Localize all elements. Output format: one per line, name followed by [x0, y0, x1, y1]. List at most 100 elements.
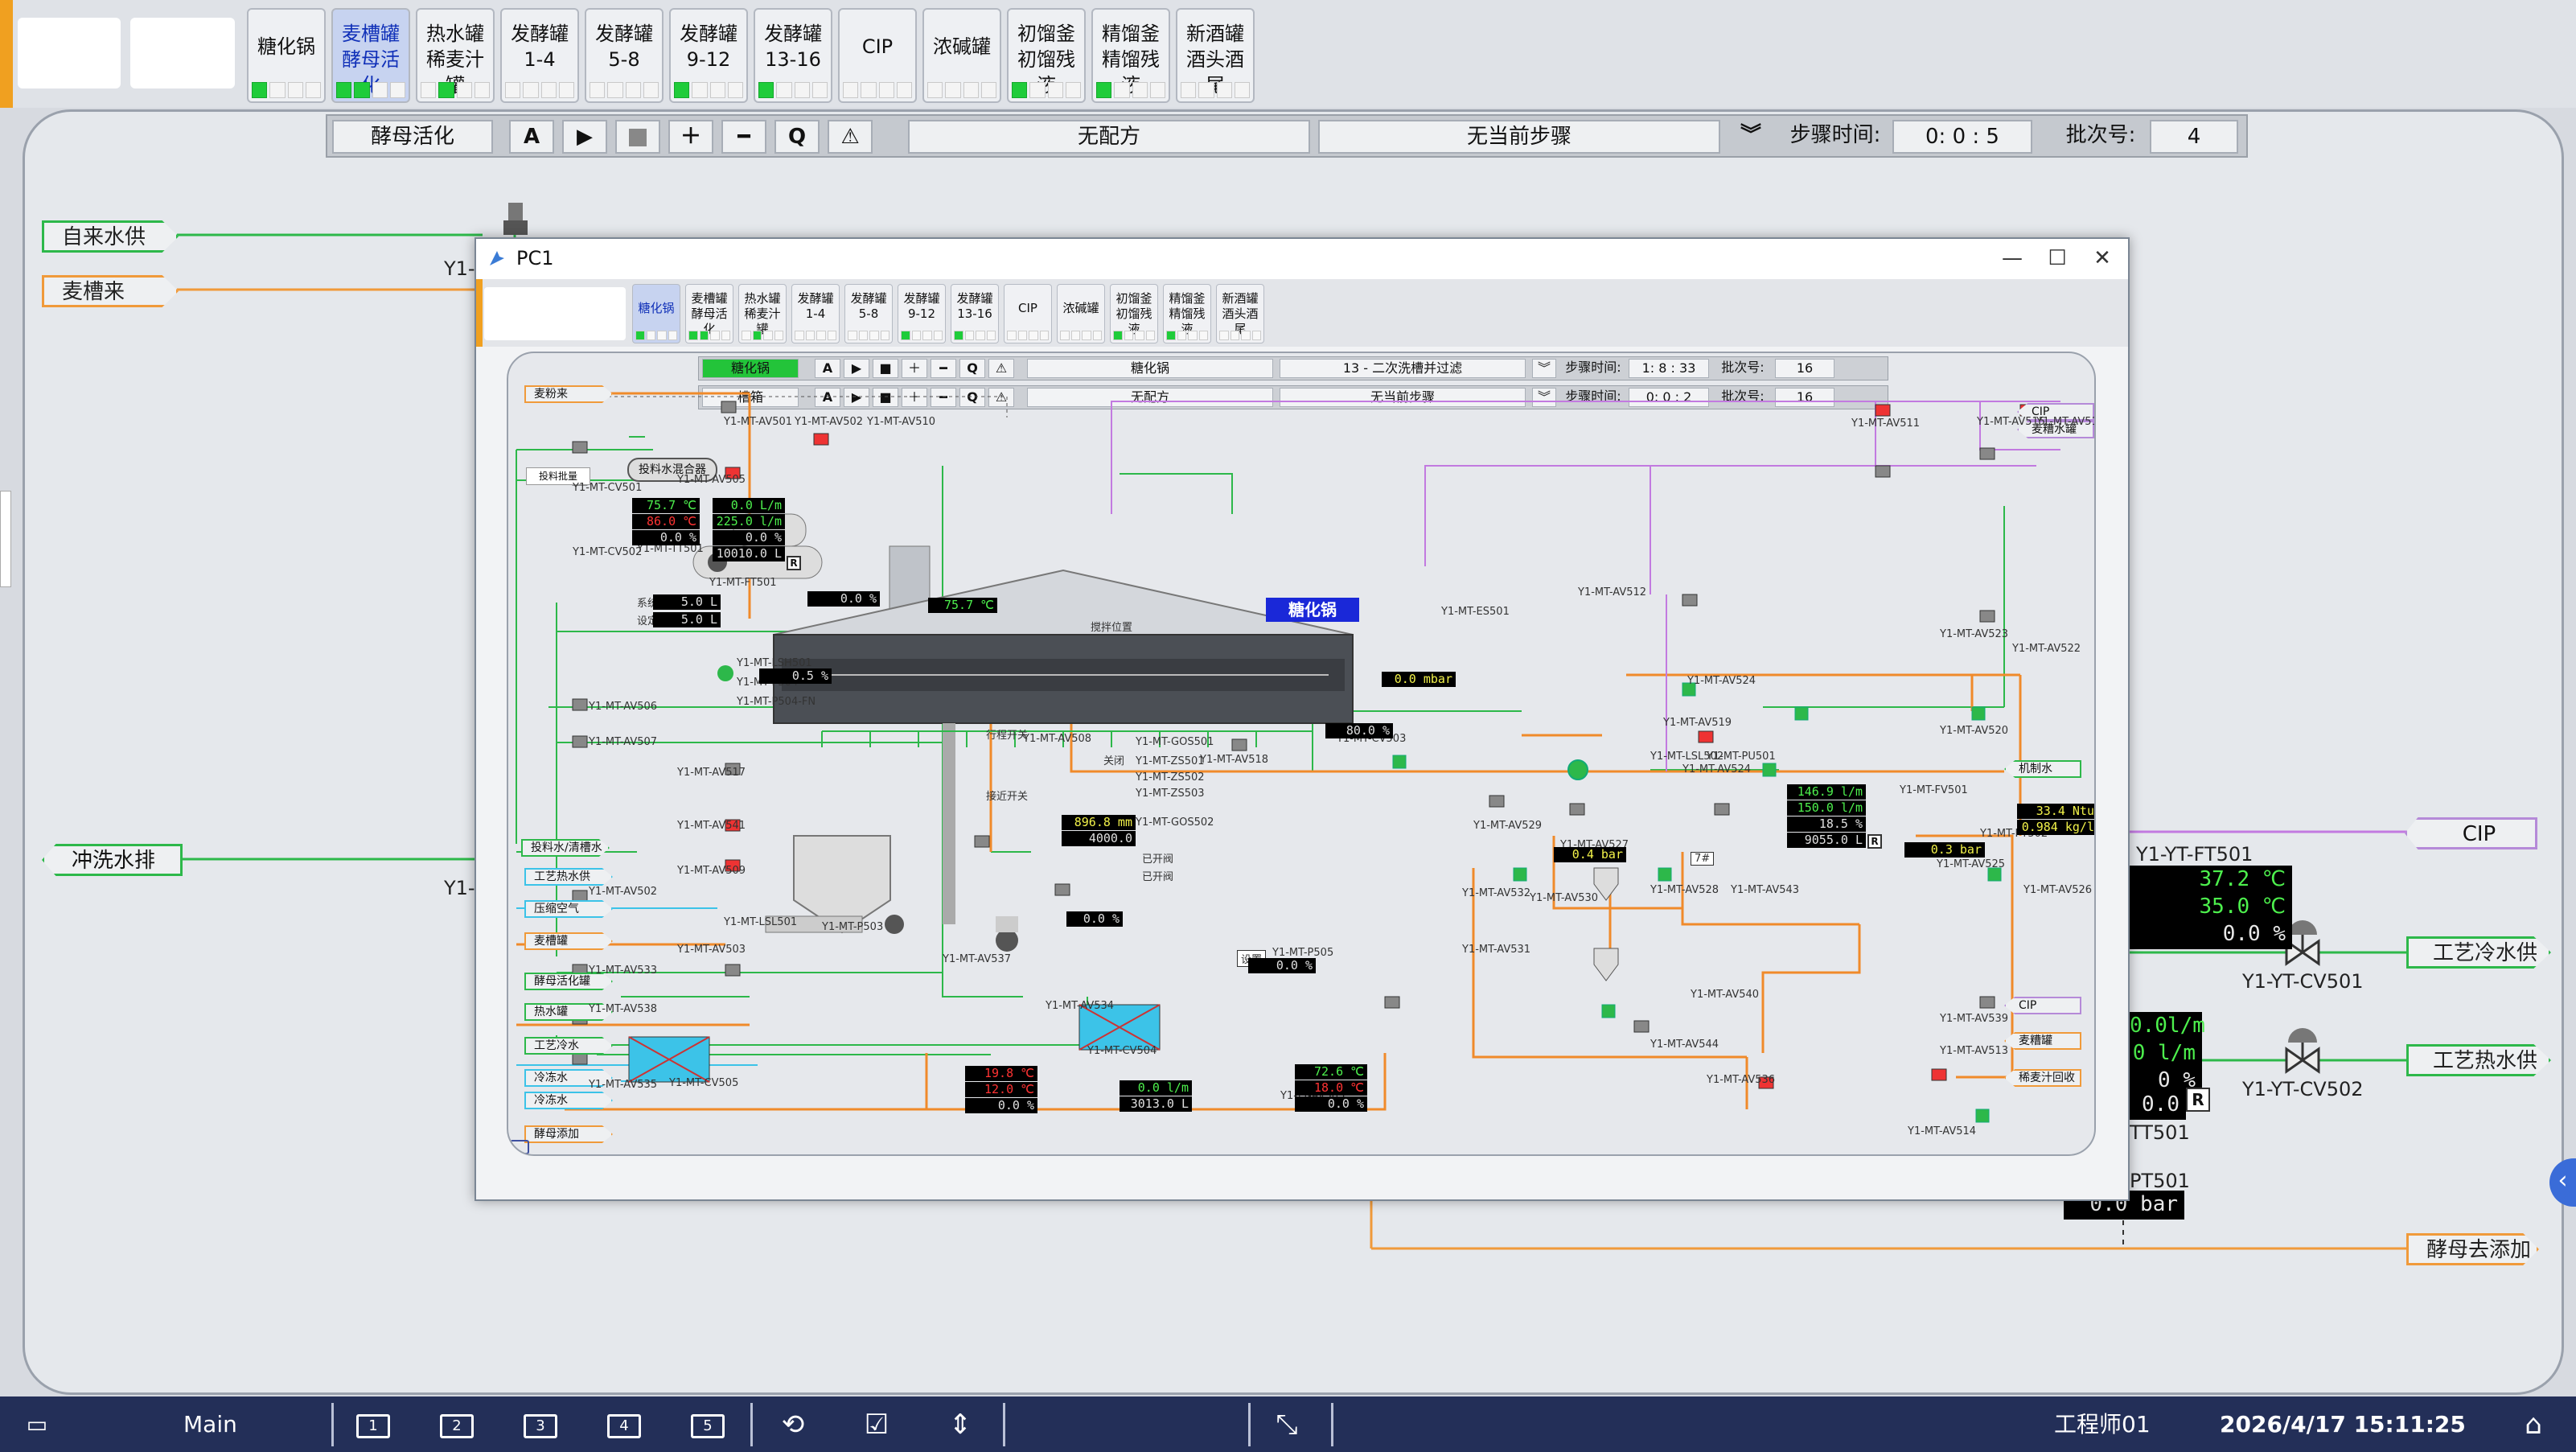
reset-r2-button[interactable]: R	[1867, 834, 1882, 849]
close-button[interactable]: ✕	[2078, 244, 2126, 274]
valve-av531-icon	[1601, 1004, 1616, 1018]
pc1-window: PC1 — ☐ ✕ 糖化锅 麦槽罐 酵母活化 热水罐 稀麦汁罐 发酵罐 1-4 发酵罐 5-8 发…	[475, 237, 2130, 1201]
av510-label: Y1-MT-AV510	[867, 416, 936, 428]
popup-tab-0[interactable]: 糖化锅	[632, 284, 680, 343]
av509-label: Y1-MT-AV509	[677, 865, 746, 877]
valve-av540-icon	[1633, 1020, 1650, 1033]
cip-tag[interactable]: CIP	[2405, 817, 2537, 849]
popup-tab-8[interactable]: 浓碱罐	[1057, 284, 1105, 343]
system-menu-button[interactable]: ▭	[13, 1405, 61, 1445]
right-pipe-tag-4[interactable]: 麦糟罐	[2004, 1032, 2081, 1050]
lsl501-label: Y1-MT-LSL501	[724, 916, 798, 928]
p1-value: 0.0 %	[632, 530, 700, 545]
valve-av507-icon	[572, 735, 588, 748]
valve-top-icon	[503, 203, 528, 235]
left-pipe-tag-3[interactable]: 压缩空气	[524, 900, 613, 918]
main-screen-label[interactable]: Main	[183, 1405, 237, 1445]
av528-label: Y1-MT-AV528	[1650, 884, 1719, 896]
monitor-icon: 5	[691, 1413, 725, 1438]
cold-water-tag[interactable]: 工艺冷水供	[2406, 936, 2551, 969]
left-pipe-tag-0[interactable]: 麦粉来	[524, 385, 613, 403]
maximize-button[interactable]: ☐	[2033, 244, 2081, 274]
tank-7-label: 7#	[1691, 852, 1715, 866]
valve-av512-icon	[1682, 594, 1698, 607]
popup-tab-2[interactable]: 热水罐 稀麦汁罐	[738, 284, 787, 343]
heat-exchanger-1-icon	[628, 1036, 710, 1083]
left-pipe-tag-7[interactable]: 工艺冷水	[524, 1037, 613, 1055]
av532-label: Y1-MT-AV532	[1462, 887, 1531, 899]
popup-tab-indicators	[1219, 331, 1261, 340]
popup-tab-10[interactable]: 精馏釜 精馏残液	[1163, 284, 1211, 343]
popup-tab-7[interactable]: CIP	[1004, 284, 1052, 343]
popup-nav: 糖化锅 麦槽罐 酵母活化 热水罐 稀麦汁罐 发酵罐 1-4 发酵罐 5-8 发酵罐 9-12 发酵罐 1…	[476, 279, 2128, 347]
f5-value: 0.0 l/m	[1120, 1080, 1192, 1096]
right-pipe-tag-2[interactable]: 机制水	[2004, 760, 2081, 778]
popup-tab-9[interactable]: 初馏釜 初馏残液	[1110, 284, 1158, 343]
left-pipe-tag-9[interactable]: 冷冻水	[524, 1092, 613, 1109]
av514-label: Y1-MT-AV514	[1908, 1125, 1977, 1137]
flow-value-1: 0.0l/m	[2130, 1012, 2205, 1041]
density-value: 0.984 kg/l	[2017, 820, 2094, 835]
av544-label: Y1-MT-AV544	[1650, 1039, 1719, 1051]
valve-av523-icon	[1979, 610, 1995, 623]
window-icon: ▭	[26, 1411, 48, 1438]
feed2-value: 5.0 L	[653, 612, 721, 627]
mash-in-tag[interactable]: 麦槽来	[42, 275, 179, 307]
popup-tab-line2: 1-4	[805, 306, 826, 321]
wash-drain-tag[interactable]: 冲洗水排地	[42, 844, 183, 876]
screen-button-1[interactable]: 1	[349, 1405, 397, 1445]
monitor-icon: 1	[356, 1413, 390, 1438]
tt501-label: TT501	[2130, 1121, 2190, 1144]
trend-button[interactable]: ⟲	[769, 1405, 817, 1445]
popup-tab-indicators	[1007, 331, 1049, 340]
yeast-add-tag[interactable]: 酵母去添加	[2406, 1233, 2539, 1265]
t4-value: 19.8 ℃	[965, 1066, 1037, 1081]
screen-button-3[interactable]: 3	[516, 1405, 565, 1445]
lsh501-label: Y1-MT-LSH501	[737, 657, 812, 669]
y1-label-b: Y1-	[444, 877, 475, 899]
left-pipe-tag-2[interactable]: 工艺热水供	[524, 868, 613, 886]
t5-value: 12.0 ℃	[965, 1082, 1037, 1097]
av537-label: Y1-MT-AV537	[943, 953, 1012, 965]
reset-button[interactable]: R	[2186, 1088, 2210, 1112]
left-scroll-handle[interactable]	[0, 491, 11, 587]
left-pipe-tag-4[interactable]: 麦槽罐	[524, 932, 613, 950]
popup-tab-3[interactable]: 发酵罐 1-4	[791, 284, 840, 343]
screen-button-4[interactable]: 4	[600, 1405, 648, 1445]
right-pipe-tag-5[interactable]: 稀麦汁回收	[2004, 1069, 2081, 1087]
popup-tab-6[interactable]: 发酵罐 13-16	[951, 284, 999, 343]
popup-tab-line1: 初馏釜	[1115, 291, 1152, 306]
av502-label: Y1-MT-AV502	[795, 416, 864, 428]
tap-water-tag[interactable]: 自来水供	[42, 220, 179, 253]
popup-home-icon[interactable]	[510, 1140, 529, 1154]
valve-av539-icon	[1979, 996, 1995, 1009]
screen-button-5[interactable]: 5	[684, 1405, 732, 1445]
minimize-button[interactable]: —	[1988, 244, 2036, 274]
popup-tab-5[interactable]: 发酵罐 9-12	[898, 284, 946, 343]
popup-tab-11[interactable]: 新酒罐 酒头酒尾	[1216, 284, 1264, 343]
shrink-button[interactable]: ⤡	[1263, 1405, 1311, 1445]
updown-button[interactable]: ⇕	[936, 1405, 984, 1445]
trend-icon: ⟲	[781, 1409, 805, 1441]
popup-tab-indicators	[742, 331, 783, 340]
window-titlebar[interactable]: PC1 — ☐ ✕	[476, 239, 2128, 279]
f1-value: 0.0 L/m	[713, 498, 785, 513]
av515-label: Y1-MT-AV515	[1977, 416, 2046, 428]
temp-value-1: 37.2 ℃	[2130, 866, 2292, 895]
popup-tab-1[interactable]: 麦槽罐 酵母活化	[685, 284, 733, 343]
right-pipe-tag-3[interactable]: CIP	[2004, 997, 2081, 1014]
left-pipe-tag-1[interactable]: 投料水/清槽水	[521, 839, 610, 857]
reset-r-button[interactable]: R	[787, 556, 801, 570]
left-pipe-tag-10[interactable]: 酵母添加	[524, 1125, 613, 1143]
tag-button[interactable]: ⌂	[2509, 1405, 2558, 1445]
popup-tab-4[interactable]: 发酵罐 5-8	[844, 284, 893, 343]
lsl502-label: Y1-MT-LSL502	[1650, 751, 1724, 763]
t6-value: 72.6 ℃	[1295, 1064, 1367, 1080]
screen-button-2[interactable]: 2	[433, 1405, 481, 1445]
check-button[interactable]: ☑	[853, 1405, 901, 1445]
ntu-value: 33.4 Ntu	[2017, 804, 2094, 819]
valve-av514-icon	[1975, 1109, 1990, 1123]
hot-water-tag[interactable]: 工艺热水供	[2406, 1044, 2551, 1076]
pump-pu501-icon	[1567, 759, 1588, 780]
popup-tab-indicators	[901, 331, 943, 340]
